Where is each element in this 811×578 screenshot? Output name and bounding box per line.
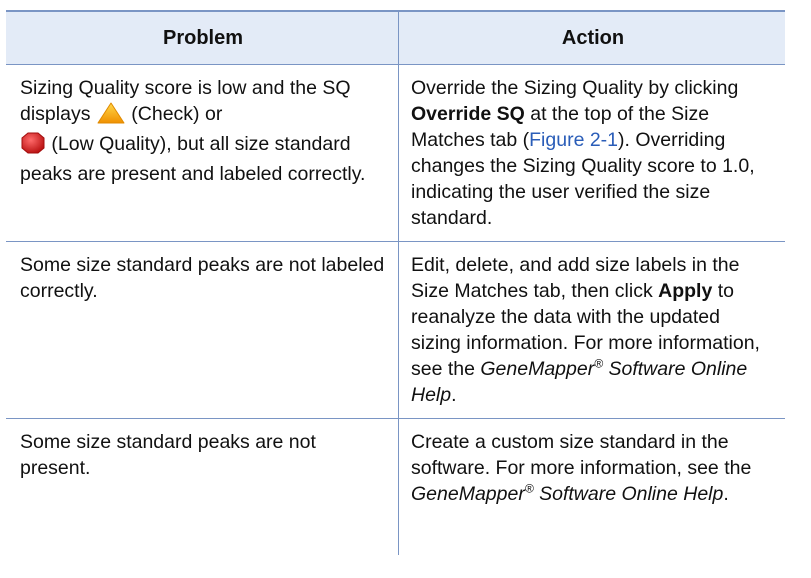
warning-triangle-icon [96, 102, 126, 131]
action-cell: Override the Sizing Quality by clicking … [398, 65, 785, 241]
table-row: Some size standard peaks are not labeled… [6, 242, 785, 419]
table-header-row: Problem Action [6, 12, 785, 65]
action-cell: Edit, delete, and add size labels in the… [398, 242, 785, 418]
apply-label: Apply [658, 280, 713, 302]
registered-mark: ® [524, 481, 534, 496]
problem-text: Some size standard peaks are not present… [20, 431, 316, 479]
help-title: GeneMapper [411, 483, 525, 505]
figure-2-1-link[interactable]: Figure 2-1 [529, 129, 618, 151]
table-row: Sizing Quality score is low and the SQ d… [6, 65, 785, 242]
registered-mark: ® [594, 356, 604, 371]
problem-cell: Some size standard peaks are not labeled… [6, 242, 398, 418]
help-title: GeneMapper [480, 358, 595, 380]
problem-text: (Check) or [125, 103, 223, 125]
table-row: Some size standard peaks are not present… [6, 419, 785, 555]
action-text: . [723, 483, 729, 505]
problem-text: Some size standard peaks are not labeled… [20, 254, 385, 302]
stop-octagon-icon [20, 132, 46, 161]
header-action: Action [398, 12, 785, 64]
action-text: Create a custom size standard in the sof… [411, 431, 752, 479]
problem-cell: Sizing Quality score is low and the SQ d… [6, 65, 398, 241]
override-sq-label: Override SQ [411, 103, 525, 125]
action-cell: Create a custom size standard in the sof… [398, 419, 785, 555]
header-problem: Problem [162, 27, 244, 49]
troubleshooting-table: Problem Action Sizing Quality score is l… [6, 10, 785, 555]
problem-text: (Low Quality), but all size standard pea… [20, 133, 366, 185]
action-text: Override the Sizing Quality by clicking [411, 77, 739, 99]
problem-cell: Some size standard peaks are not present… [6, 419, 398, 555]
action-text: . [451, 384, 457, 406]
help-title: Software Online Help [533, 483, 724, 505]
